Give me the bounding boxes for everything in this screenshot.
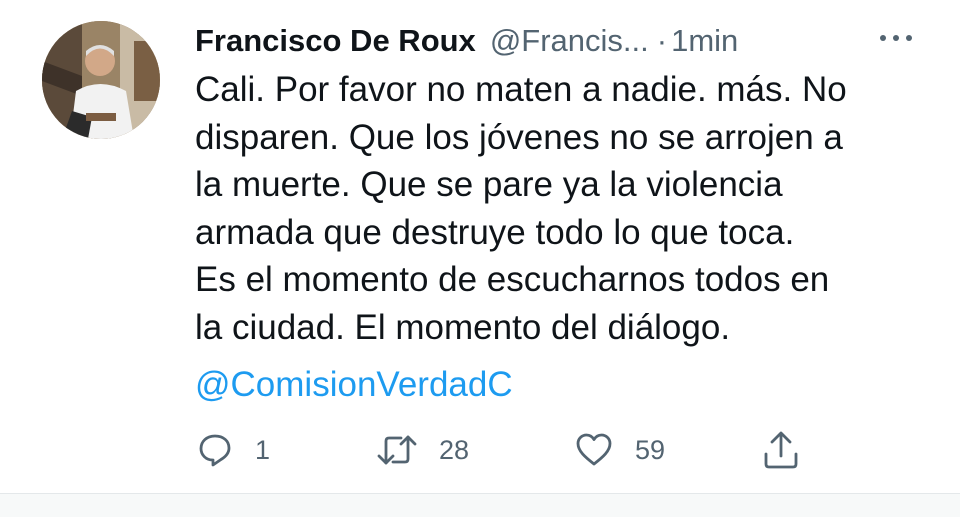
author-name[interactable]: Francisco De Roux xyxy=(195,19,476,63)
author-handle[interactable]: @Francis... xyxy=(490,19,649,63)
retweet-icon xyxy=(377,435,417,465)
mention-link[interactable]: @ComisionVerdadC xyxy=(195,361,513,409)
feed-divider xyxy=(0,493,960,517)
retweet-count: 28 xyxy=(439,434,470,465)
action-bar: 1 28 59 xyxy=(197,428,817,472)
tweet-text-line: Cali. Por favor no maten a nadie. más. N… xyxy=(195,70,847,109)
more-options-button[interactable] xyxy=(876,18,916,58)
tweet-text-line: la muerte. Que se pare ya la violencia xyxy=(195,165,783,204)
like-button[interactable]: 59 xyxy=(575,428,665,472)
tweet-text: Cali. Por favor no maten a nadie. más. N… xyxy=(195,66,935,351)
reply-icon xyxy=(199,434,231,467)
tweet-header: Francisco De Roux @Francis... · 1min xyxy=(195,19,935,63)
share-icon xyxy=(764,431,798,469)
tweet-text-line: la ciudad. El momento del diálogo. xyxy=(195,307,731,347)
retweet-button[interactable]: 28 xyxy=(377,428,469,472)
share-button[interactable] xyxy=(762,428,800,472)
reply-count: 1 xyxy=(255,434,271,465)
reply-button[interactable]: 1 xyxy=(197,428,270,472)
avatar-photo xyxy=(42,21,160,139)
like-count: 59 xyxy=(635,434,666,465)
tweet-text-line: Es el momento de escucharnos todos en xyxy=(195,260,830,299)
tweet-card[interactable]: Francisco De Roux @Francis... · 1min Cal… xyxy=(0,0,960,493)
tweet-text-line: disparen. Que los jóvenes no se arrojen … xyxy=(195,117,843,157)
tweet-text-line: armada que destruye todo lo que toca. xyxy=(195,212,795,252)
avatar[interactable] xyxy=(42,21,160,139)
separator-dot: · xyxy=(656,23,668,58)
ellipsis-icon xyxy=(880,35,912,41)
timestamp[interactable]: 1min xyxy=(671,19,738,63)
heart-icon xyxy=(576,433,612,466)
